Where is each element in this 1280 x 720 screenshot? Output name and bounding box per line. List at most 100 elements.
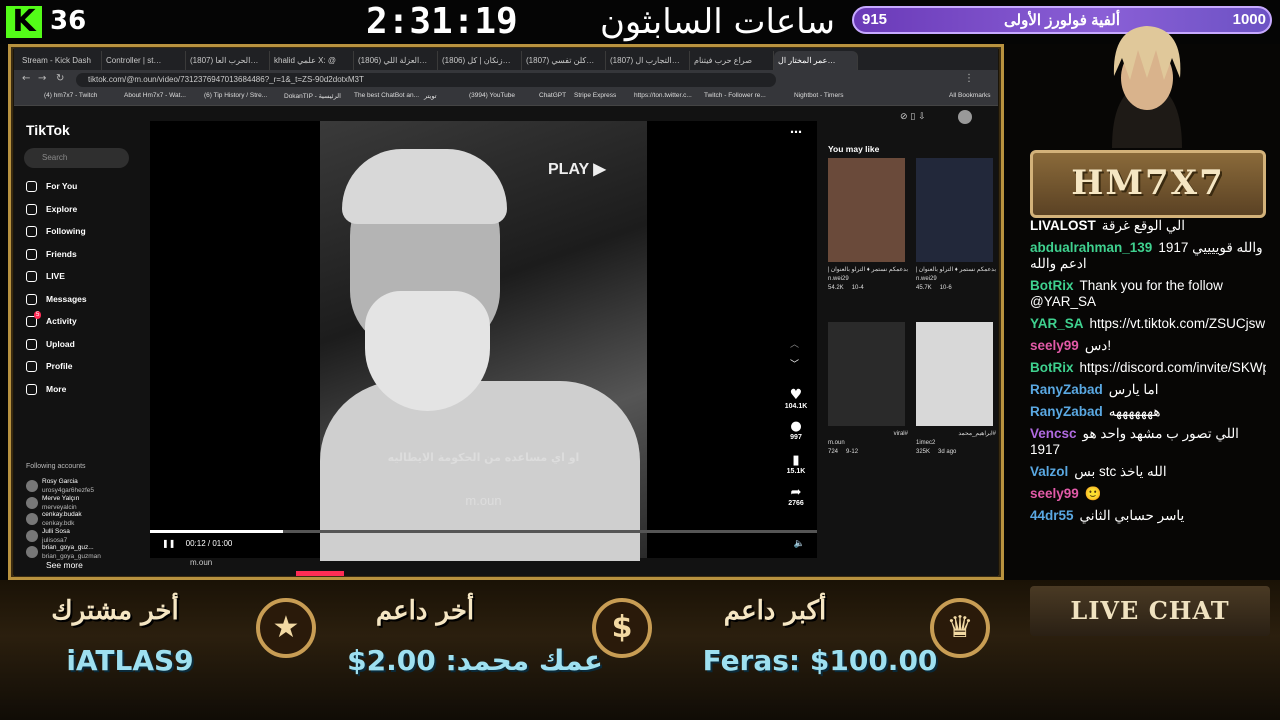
url-field[interactable]: tiktok.com/@m.oun/video/7312376947013684… (76, 73, 776, 87)
account-name: Merve Yalçın (42, 494, 80, 502)
nav-item-for-you[interactable]: For You (26, 178, 77, 194)
chat-message: BotRix https://discord.com/invite/SKWpwXh… (1030, 360, 1266, 376)
nav-label: More (46, 383, 67, 394)
nav-item-live[interactable]: LIVE (26, 268, 65, 284)
see-more-label: See more (46, 560, 83, 570)
top-donor-value: Feras: $100.00 (702, 644, 938, 677)
bookmark-item[interactable]: https://ton.twitter.c... (634, 92, 692, 99)
bookmark-item[interactable]: The best ChatBot an... (354, 92, 419, 99)
bookmark-item[interactable]: About Hm7x7 - Wat... (124, 92, 186, 99)
bookmark-item[interactable]: Twitch - Follower re... (704, 92, 766, 99)
chat-feed: LIVALOST الي الوقع غرقة abdualrahman_139 وا… (1030, 218, 1266, 584)
tab-9[interactable]: عمر المختار ال… (774, 51, 858, 70)
friends-icon (26, 248, 37, 260)
tab-8[interactable]: صراع حرب فيتنام (690, 51, 774, 70)
nav-item-upload[interactable]: Upload (26, 336, 75, 352)
comment-button[interactable]: ● 997 (778, 419, 814, 441)
messages-icon (26, 293, 37, 305)
chat-text: الي الوقع غرقة (1101, 218, 1186, 233)
see-more-link[interactable]: See more (26, 557, 83, 573)
menu-icon[interactable]: ⋮ (964, 73, 974, 84)
prev-video-icon[interactable]: ︿ (790, 337, 799, 350)
tab-0[interactable]: Stream - Kick Dash (18, 51, 102, 70)
bookmark-item[interactable]: ChatGPT (539, 92, 566, 99)
chat-username: abdualrahman_139 (1030, 240, 1153, 255)
chat-message: seely99 دس! (1030, 338, 1266, 354)
bookmark-item[interactable]: (6) Tip History / Stre... (204, 92, 267, 99)
reload-icon[interactable]: ↻ (56, 73, 64, 84)
nav-item-more[interactable]: More (26, 381, 66, 397)
tab-7[interactable]: (1807) التجارب ال… (606, 51, 690, 70)
suggestion-card[interactable]: #viral m.oun 724 9-12 (828, 430, 908, 457)
nav-item-following[interactable]: Following (26, 223, 86, 239)
tab-4[interactable]: (1806) العزلة اللي… (354, 51, 438, 70)
share-button[interactable]: ➦ 2766 (778, 485, 814, 507)
pause-icon[interactable]: ❚❚ (162, 539, 175, 548)
video-player[interactable]: PLAY ▶ او اي مساعده من الحكومة الايطاليه… (150, 121, 817, 561)
suggestion-caption: بدعمكم نستمر ♦ الترلو بالعنوان | ٣٠الف م… (828, 267, 908, 273)
streamer-avatar-art (1092, 18, 1202, 148)
bookmark-item[interactable]: (3994) YouTube (469, 92, 515, 99)
tiktok-logo[interactable]: TikTok (26, 122, 70, 138)
like-button[interactable]: ♥ 104.1K (778, 387, 814, 410)
nav-item-explore[interactable]: Explore (26, 201, 77, 217)
video-progress-bar[interactable] (150, 530, 817, 533)
chat-message: RanyZabad هههههههه (1030, 404, 1266, 420)
chat-username: BotRix (1030, 360, 1074, 375)
avatar (26, 513, 38, 525)
chat-message: RanyZabad اما يارس (1030, 382, 1266, 398)
suggestion-date: 9-12 (846, 449, 859, 455)
like-count: 104.1K (784, 403, 808, 410)
latest-donor-title: أخر داعم (375, 596, 475, 626)
chat-message: LIVALOST الي الوقع غرقة (1030, 218, 1266, 234)
bookmark-icon: ▮ (792, 453, 800, 468)
nav-item-activity[interactable]: Activity 5 (26, 311, 77, 329)
chat-username: Vencsc (1030, 426, 1077, 441)
nav-item-friends[interactable]: Friends (26, 246, 77, 262)
suggestion-thumbnail[interactable] (916, 158, 993, 262)
toolbar-icons[interactable]: ⊘ ▯ ⇩ (900, 112, 926, 122)
back-icon[interactable]: ← (22, 73, 30, 84)
bookmark-item[interactable]: Stripe Express (574, 92, 616, 99)
avatar[interactable] (958, 110, 972, 124)
nav-item-profile[interactable]: Profile (26, 358, 72, 374)
tab-1[interactable]: Controller | st… (102, 51, 186, 70)
chat-text: اما يارس (1108, 382, 1159, 397)
suggestion-thumbnail[interactable] (916, 322, 993, 426)
chat-message: abdualrahman_139 والله قوييييي 1917 ادعم … (1030, 240, 1266, 272)
suggestion-author: n.wei29 (916, 276, 937, 282)
bookmarks-bar: (4) hm7x7 - Twitch About Hm7x7 - Wat... (6… (14, 90, 998, 106)
suggestion-card[interactable]: بدعمكم نستمر ♦ الترلو بالعنوان | ٣٠الف م… (916, 266, 996, 293)
tab-2[interactable]: (1807) الحرب العا… (186, 51, 270, 70)
tab-5[interactable]: (1806) زنكان | كل… (438, 51, 522, 70)
suggestion-author: m.oun (828, 440, 845, 446)
follow-button[interactable] (296, 571, 344, 576)
nav-item-messages[interactable]: Messages (26, 291, 87, 307)
tab-6[interactable]: (1807) كلن تفسي… (522, 51, 606, 70)
bookmark-item[interactable]: (4) hm7x7 - Twitch (44, 92, 97, 99)
next-video-icon[interactable]: ﹀ (790, 357, 799, 370)
forward-icon[interactable]: → (38, 73, 46, 84)
tab-3[interactable]: khalid علمي X: @ (270, 51, 354, 70)
suggestion-likes: 724 (828, 449, 839, 455)
search-input[interactable]: Search (24, 148, 129, 168)
save-button[interactable]: ▮ 15.1K (778, 453, 814, 475)
activity-badge: 5 (34, 311, 42, 319)
share-icon: ➦ (790, 485, 802, 500)
bookmark-item[interactable]: All Bookmarks (949, 92, 991, 99)
more-icon (26, 383, 37, 395)
video-controls: ❚❚ 00:12 / 01:00 (162, 539, 232, 548)
chat-message: Vencsc اللي تصور ب مشهد واحد هو 1917 (1030, 426, 1266, 458)
bookmark-item[interactable]: Nightbot - Timers (794, 92, 844, 99)
suggestions-panel: You may like ⊘ ▯ ⇩ بدعمكم نستمر ♦ الترلو… (824, 106, 998, 576)
bookmark-item[interactable]: DokanTIP - الرئيسية (284, 92, 341, 100)
suggestion-thumbnail[interactable] (828, 158, 905, 262)
suggestion-card[interactable]: بدعمكم نستمر ♦ الترلو بالعنوان | ٣٠الف م… (828, 266, 908, 293)
video-author[interactable]: m.oun (160, 558, 280, 576)
tiktok-page: TikTok Search For You Explore Following Fri… (14, 106, 998, 576)
volume-icon[interactable]: 🔈 (794, 539, 805, 549)
suggestion-thumbnail[interactable] (828, 322, 905, 426)
more-options-icon[interactable]: ⋯ (790, 125, 802, 139)
bookmark-item[interactable]: تويتر (424, 92, 437, 100)
suggestion-card[interactable]: #ابراهيم_محمد 1imec2 325K 3d ago (916, 430, 996, 457)
